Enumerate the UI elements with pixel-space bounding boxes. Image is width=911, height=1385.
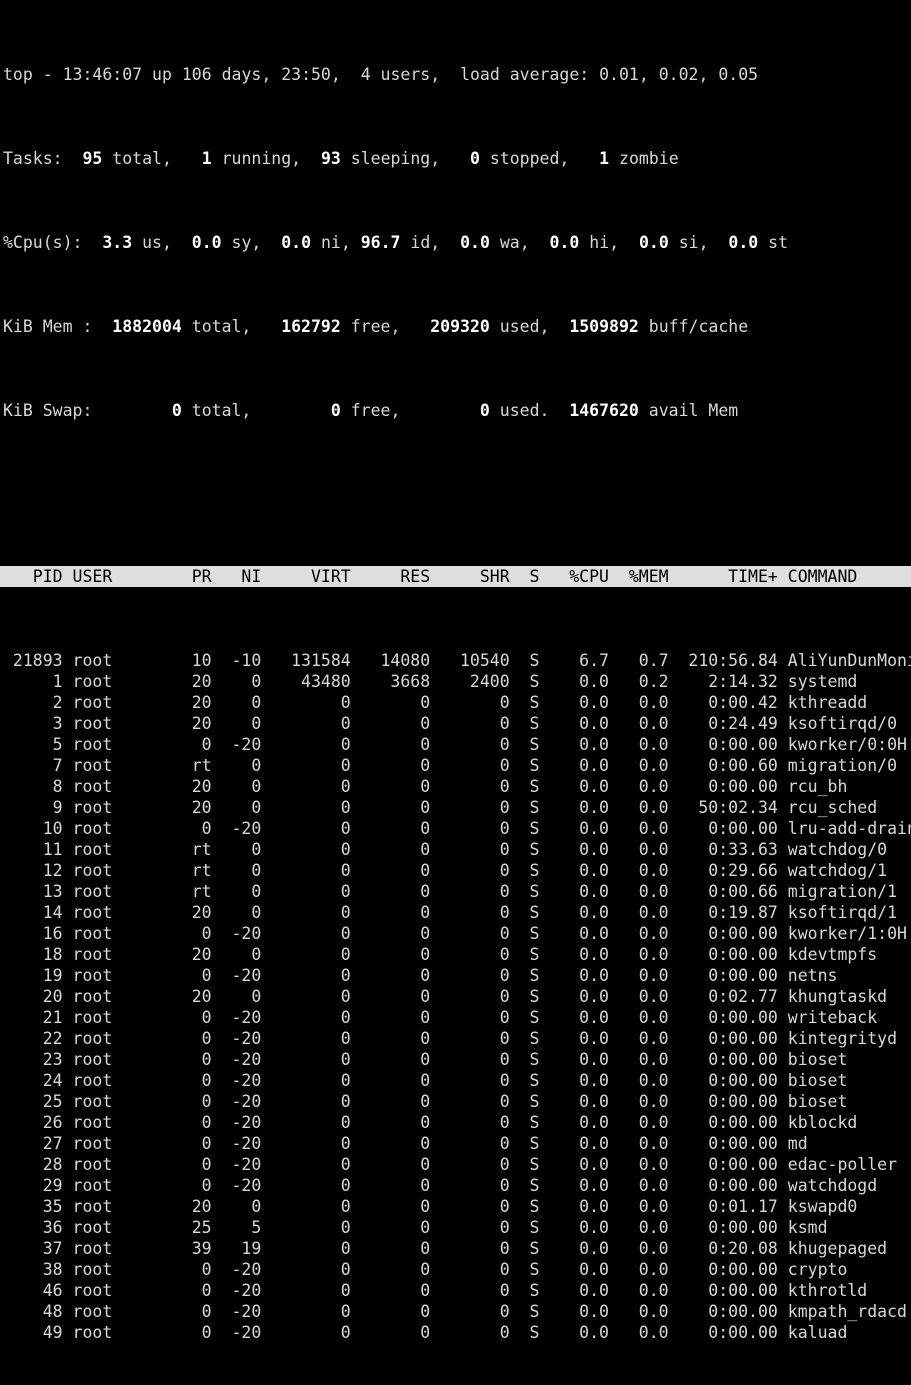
swap-total-value: 0 <box>171 401 182 420</box>
process-row[interactable]: 27 root 0 -20 0 0 0 S 0.0 0.0 0:00.00 md <box>3 1133 911 1154</box>
cpu-label: %Cpu(s): <box>3 233 83 252</box>
process-row[interactable]: 46 root 0 -20 0 0 0 S 0.0 0.0 0:00.00 kt… <box>3 1280 911 1301</box>
process-row[interactable]: 26 root 0 -20 0 0 0 S 0.0 0.0 0:00.00 kb… <box>3 1112 911 1133</box>
mem-buffcache-value: 1509892 <box>569 317 639 336</box>
process-row[interactable]: 38 root 0 -20 0 0 0 S 0.0 0.0 0:00.00 cr… <box>3 1259 911 1280</box>
mem-used-value: 209320 <box>430 317 490 336</box>
tasks-stopped-label: stopped, <box>489 149 570 168</box>
process-row[interactable]: 21 root 0 -20 0 0 0 S 0.0 0.0 0:00.00 wr… <box>3 1007 911 1028</box>
cpu-ni-label: ni, <box>320 233 351 252</box>
process-table-body: 21893 root 10 -10 131584 14080 10540 S 6… <box>3 650 911 1343</box>
cpu-sy-value: 0.0 <box>191 233 222 252</box>
tasks-total-label: total, <box>112 149 172 168</box>
process-row[interactable]: 8 root 20 0 0 0 0 S 0.0 0.0 0:00.00 rcu_… <box>3 776 911 797</box>
mem-total-value: 1882004 <box>112 317 182 336</box>
mem-label: KiB Mem : <box>3 317 93 336</box>
process-row[interactable]: 2 root 20 0 0 0 0 S 0.0 0.0 0:00.42 kthr… <box>3 692 911 713</box>
process-row[interactable]: 18 root 20 0 0 0 0 S 0.0 0.0 0:00.00 kde… <box>3 944 911 965</box>
uptime-separator: - <box>42 65 53 84</box>
tasks-total-value: 95 <box>82 149 103 168</box>
process-row[interactable]: 10 root 0 -20 0 0 0 S 0.0 0.0 0:00.00 lr… <box>3 818 911 839</box>
cpu-us-value: 3.3 <box>102 233 133 252</box>
cpu-hi-label: hi, <box>589 233 620 252</box>
cpu-hi-value: 0.0 <box>549 233 580 252</box>
process-row[interactable]: 21893 root 10 -10 131584 14080 10540 S 6… <box>3 650 911 671</box>
process-row[interactable]: 19 root 0 -20 0 0 0 S 0.0 0.0 0:00.00 ne… <box>3 965 911 986</box>
swap-free-value: 0 <box>330 401 341 420</box>
current-time: 13:46:07 <box>62 65 143 84</box>
process-row[interactable]: 48 root 0 -20 0 0 0 S 0.0 0.0 0:00.00 km… <box>3 1301 911 1322</box>
tasks-sleeping-label: sleeping, <box>350 149 441 168</box>
process-row[interactable]: 49 root 0 -20 0 0 0 S 0.0 0.0 0:00.00 ka… <box>3 1322 911 1343</box>
process-row[interactable]: 37 root 39 19 0 0 0 S 0.0 0.0 0:20.08 kh… <box>3 1238 911 1259</box>
process-row[interactable]: 9 root 20 0 0 0 0 S 0.0 0.0 50:02.34 rcu… <box>3 797 911 818</box>
swap-summary-line: KiB Swap: 0 total, 0 free, 0 used. 14676… <box>3 400 911 421</box>
process-row[interactable]: 22 root 0 -20 0 0 0 S 0.0 0.0 0:00.00 ki… <box>3 1028 911 1049</box>
process-row[interactable]: 29 root 0 -20 0 0 0 S 0.0 0.0 0:00.00 wa… <box>3 1175 911 1196</box>
cpu-summary-line: %Cpu(s): 3.3 us, 0.0 sy, 0.0 ni, 96.7 id… <box>3 232 911 253</box>
cpu-id-value: 96.7 <box>360 233 401 252</box>
process-row[interactable]: 23 root 0 -20 0 0 0 S 0.0 0.0 0:00.00 bi… <box>3 1049 911 1070</box>
process-row[interactable]: 11 root rt 0 0 0 0 S 0.0 0.0 0:33.63 wat… <box>3 839 911 860</box>
memory-summary-line: KiB Mem : 1882004 total, 162792 free, 20… <box>3 316 911 337</box>
tasks-zombie-label: zombie <box>619 149 679 168</box>
tasks-stopped-value: 0 <box>469 149 480 168</box>
swap-free-label: free, <box>350 401 401 420</box>
swap-label: KiB Swap: <box>3 401 93 420</box>
cpu-id-label: id, <box>410 233 441 252</box>
cpu-wa-value: 0.0 <box>460 233 490 252</box>
process-row[interactable]: 35 root 20 0 0 0 0 S 0.0 0.0 0:01.17 ksw… <box>3 1196 911 1217</box>
mem-total-label: total, <box>191 317 252 336</box>
up-label: up <box>152 65 172 84</box>
program-name: top <box>3 65 33 84</box>
swap-total-label: total, <box>191 401 252 420</box>
process-row[interactable]: 14 root 20 0 0 0 0 S 0.0 0.0 0:19.87 kso… <box>3 902 911 923</box>
process-table-header[interactable]: PID USER PR NI VIRT RES SHR S %CPU %MEM … <box>0 566 911 587</box>
mem-used-label: used, <box>499 317 550 336</box>
swap-used-value: 0 <box>479 401 490 420</box>
uptime-duration: 106 days, 23:50, <box>181 65 341 84</box>
cpu-si-label: si, <box>678 233 709 252</box>
cpu-us-label: us, <box>142 233 172 252</box>
tasks-running-label: running, <box>221 149 302 168</box>
process-row[interactable]: 13 root rt 0 0 0 0 S 0.0 0.0 0:00.66 mig… <box>3 881 911 902</box>
load-avg-15min: 0.05 <box>718 65 759 84</box>
process-row[interactable]: 7 root rt 0 0 0 0 S 0.0 0.0 0:00.60 migr… <box>3 755 911 776</box>
process-row[interactable]: 28 root 0 -20 0 0 0 S 0.0 0.0 0:00.00 ed… <box>3 1154 911 1175</box>
cpu-st-value: 0.0 <box>728 233 759 252</box>
process-row[interactable]: 24 root 0 -20 0 0 0 S 0.0 0.0 0:00.00 bi… <box>3 1070 911 1091</box>
process-row[interactable]: 12 root rt 0 0 0 0 S 0.0 0.0 0:29.66 wat… <box>3 860 911 881</box>
swap-avail-label: avail Mem <box>648 401 739 420</box>
process-row[interactable]: 16 root 0 -20 0 0 0 S 0.0 0.0 0:00.00 kw… <box>3 923 911 944</box>
process-row[interactable]: 20 root 20 0 0 0 0 S 0.0 0.0 0:02.77 khu… <box>3 986 911 1007</box>
cpu-st-label: st <box>768 233 789 252</box>
uptime-summary-line: top - 13:46:07 up 106 days, 23:50, 4 use… <box>3 65 759 84</box>
tasks-label: Tasks: <box>3 149 63 168</box>
tasks-summary-line: Tasks: 95 total, 1 running, 93 sleeping,… <box>3 148 911 169</box>
tasks-running-value: 1 <box>201 149 212 168</box>
process-row[interactable]: 25 root 0 -20 0 0 0 S 0.0 0.0 0:00.00 bi… <box>3 1091 911 1112</box>
mem-buffcache-label: buff/cache <box>648 317 749 336</box>
users-count: 4 users, <box>360 65 441 84</box>
tasks-sleeping-value: 93 <box>320 149 341 168</box>
mem-free-label: free, <box>350 317 401 336</box>
load-avg-1min: 0.01 <box>599 65 639 84</box>
cpu-wa-label: wa, <box>499 233 530 252</box>
summary-table-spacer <box>3 484 911 503</box>
swap-used-label: used. <box>499 401 550 420</box>
process-row[interactable]: 36 root 25 5 0 0 0 S 0.0 0.0 0:00.00 ksm… <box>3 1217 911 1238</box>
load-avg-5min: 0.02 <box>658 65 699 84</box>
cpu-si-value: 0.0 <box>638 233 669 252</box>
swap-avail-value: 1467620 <box>569 401 639 420</box>
process-row[interactable]: 5 root 0 -20 0 0 0 S 0.0 0.0 0:00.00 kwo… <box>3 734 911 755</box>
tasks-zombie-value: 1 <box>599 149 610 168</box>
process-row[interactable]: 3 root 20 0 0 0 0 S 0.0 0.0 0:24.49 ksof… <box>3 713 911 734</box>
process-row[interactable]: 1 root 20 0 43480 3668 2400 S 0.0 0.2 2:… <box>3 671 911 692</box>
mem-free-value: 162792 <box>281 317 341 336</box>
terminal-screen: top - 13:46:07 up 106 days, 23:50, 4 use… <box>0 0 911 1385</box>
cpu-sy-label: sy, <box>231 233 262 252</box>
load-average-label: load average: <box>460 65 590 84</box>
cpu-ni-value: 0.0 <box>281 233 312 252</box>
